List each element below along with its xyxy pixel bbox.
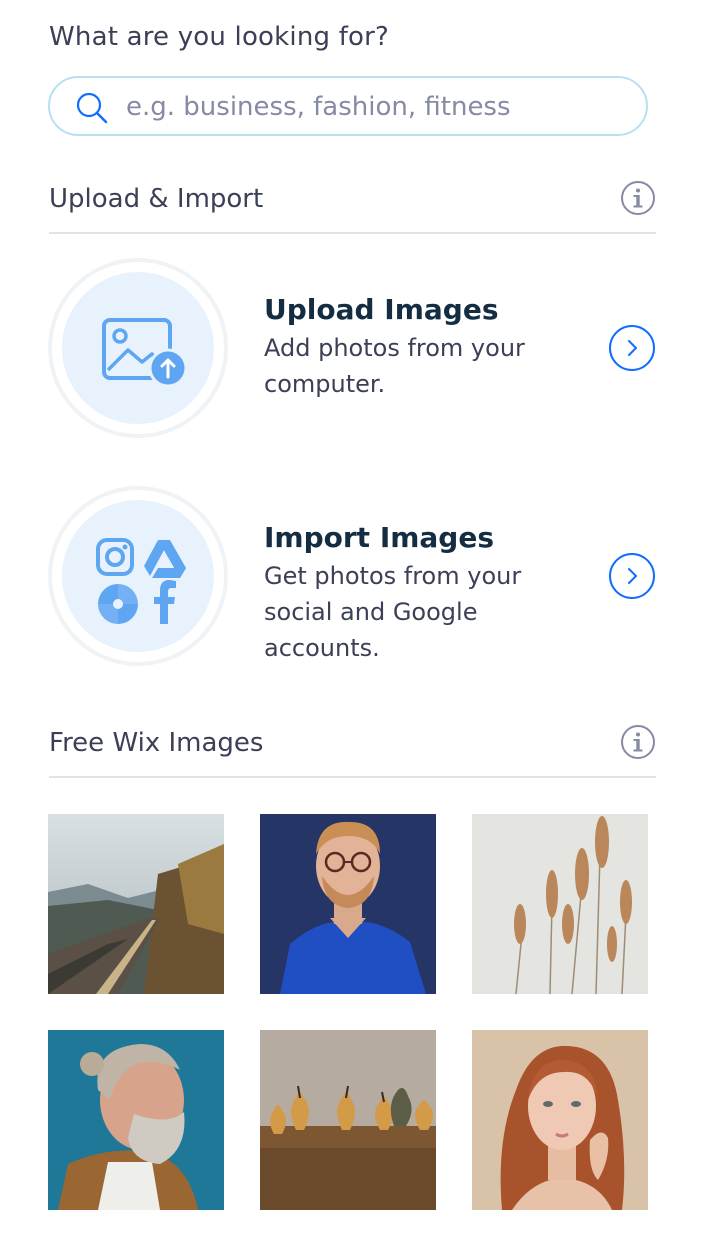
man-glasses-photo[interactable] xyxy=(260,814,436,994)
upload-import-header: Upload & Import xyxy=(49,181,656,244)
bearded-man-photo[interactable] xyxy=(48,1030,224,1210)
section-divider xyxy=(49,776,656,778)
red-hair-woman-photo[interactable] xyxy=(472,1030,648,1210)
search-label: What are you looking for? xyxy=(49,22,390,52)
chevron-right-icon[interactable] xyxy=(608,552,656,600)
info-icon[interactable] xyxy=(620,724,656,760)
google-drive-icon xyxy=(144,540,186,578)
card-title: Upload Images xyxy=(264,293,499,326)
facebook-icon xyxy=(154,580,176,624)
social-import-icon xyxy=(96,538,186,624)
upload-image-icon xyxy=(102,318,188,388)
import-icon-bubble xyxy=(48,486,228,666)
pears-photo[interactable] xyxy=(260,1030,436,1210)
pampas-grass-photo[interactable] xyxy=(472,814,648,994)
card-title: Import Images xyxy=(264,521,495,554)
road-photo[interactable] xyxy=(48,814,224,994)
card-description: Get photos from your social and Google a… xyxy=(264,562,522,662)
instagram-icon xyxy=(96,538,134,576)
section-title: Free Wix Images xyxy=(49,728,264,758)
google-photos-icon xyxy=(98,584,138,624)
card-description: Add photos from your computer. xyxy=(264,334,525,398)
upload-images-card[interactable]: Upload Images Add photos from your compu… xyxy=(48,258,656,438)
section-title: Upload & Import xyxy=(49,184,264,214)
info-icon[interactable] xyxy=(620,180,656,216)
search-icon xyxy=(76,92,108,124)
upload-icon-bubble xyxy=(48,258,228,438)
import-images-card[interactable]: Import Images Get photos from your socia… xyxy=(48,486,656,666)
chevron-right-icon[interactable] xyxy=(608,324,656,372)
free-wix-images-header: Free Wix Images xyxy=(49,725,656,788)
search-input[interactable] xyxy=(126,88,626,126)
section-divider xyxy=(49,232,656,234)
search-box[interactable] xyxy=(48,76,648,136)
